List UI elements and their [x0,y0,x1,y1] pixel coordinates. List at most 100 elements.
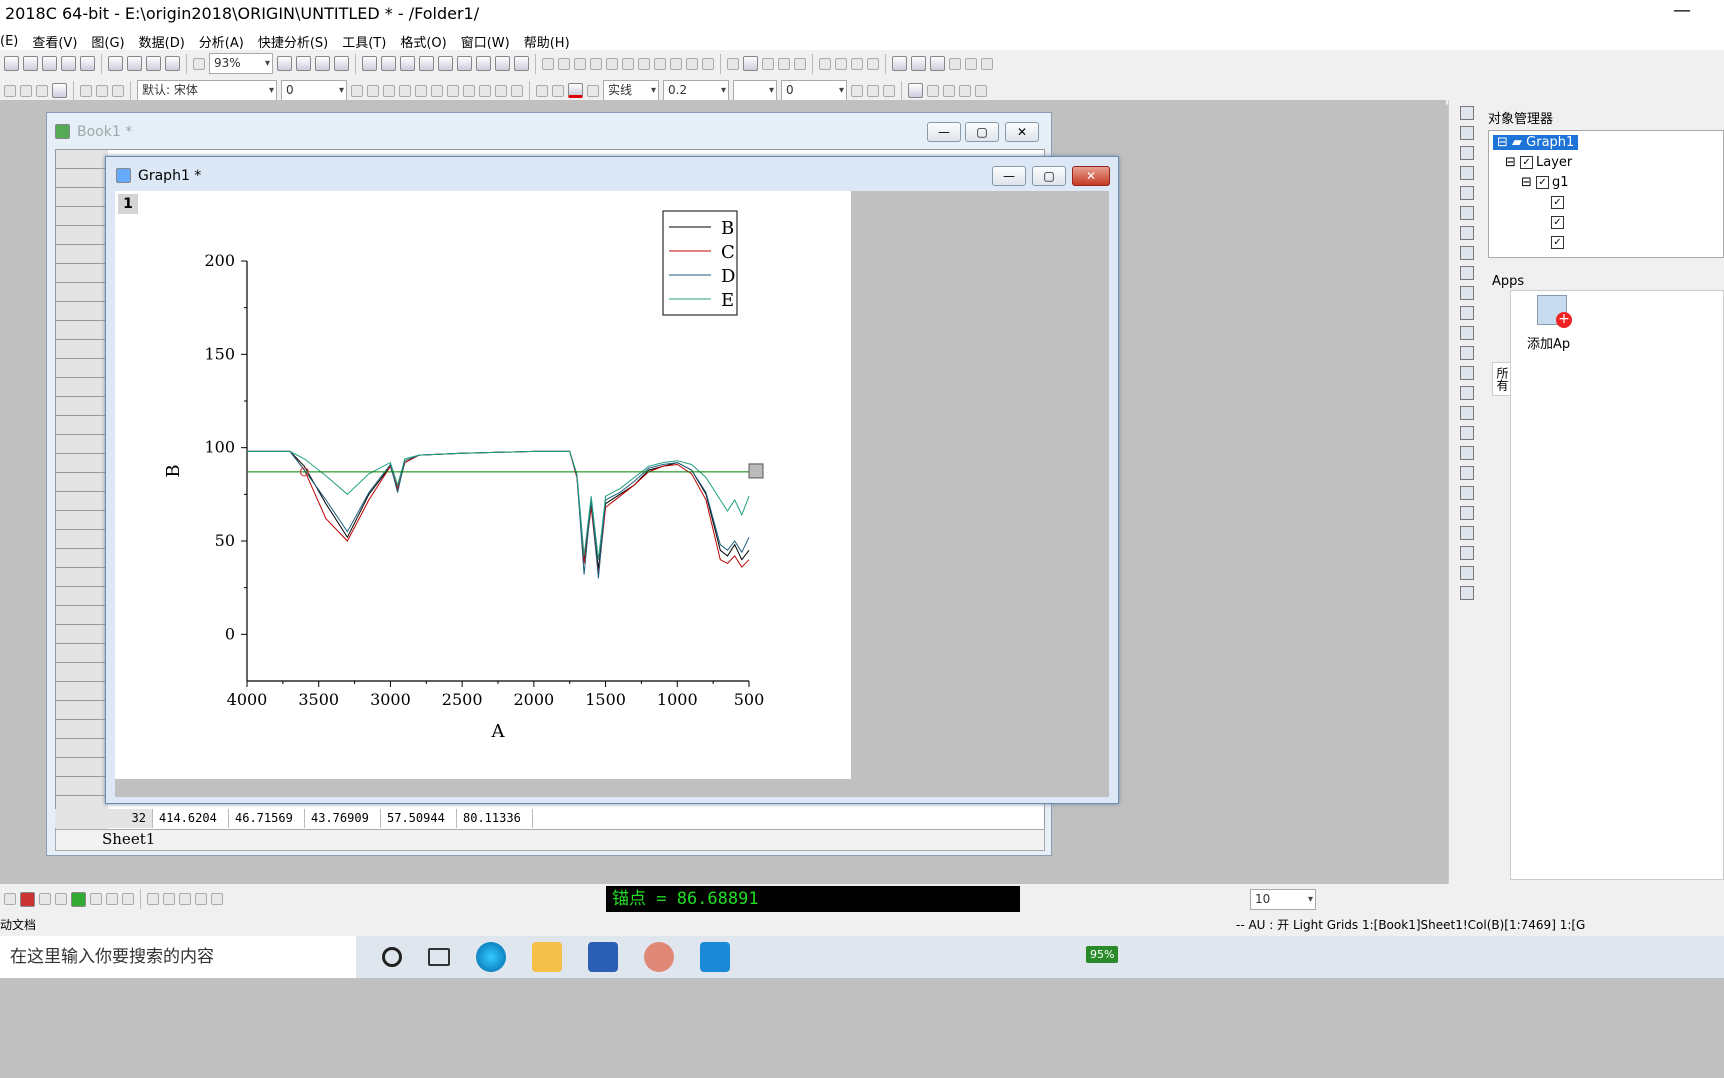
scissors-icon[interactable] [80,84,92,97]
layer-merge-icon[interactable] [1459,266,1474,280]
workbook-minimize-button[interactable]: — [927,122,961,142]
cortana-icon[interactable] [382,947,402,967]
last-icon[interactable] [867,57,879,70]
template-icon[interactable] [147,893,159,905]
3d-icon[interactable] [122,893,134,905]
graph-close-button[interactable]: ✕ [1072,166,1110,186]
copy-icon[interactable] [96,84,108,97]
menu-edit[interactable]: (E) [0,34,18,49]
cut-icon[interactable] [20,84,32,97]
copy-format-icon[interactable] [36,84,48,97]
larger-font-icon[interactable] [447,84,459,97]
arrow-icon[interactable] [1459,366,1474,380]
menu-quick-analysis[interactable]: 快捷分析(S) [258,32,328,51]
menu-graph[interactable]: 图(G) [91,32,124,51]
command-window-icon[interactable] [381,56,396,71]
graph-page[interactable]: 1 4000 3500 3000 2500 2000 1500 1000 500 0 50 100 1… [115,191,851,779]
open-template-icon[interactable] [127,56,142,71]
value-select[interactable]: 0 [781,80,847,101]
align-top-icon[interactable] [1459,466,1474,480]
align-bottom-icon[interactable] [1459,486,1474,500]
histogram-icon[interactable] [638,57,650,70]
underline-icon[interactable] [383,84,395,97]
highlight-icon[interactable] [911,56,926,71]
menu-data[interactable]: 数据(D) [139,32,185,51]
taskbar-search[interactable]: 在这里输入你要搜索的内容 [0,936,356,978]
column-plot-icon[interactable] [20,891,35,907]
sort-icon[interactable] [590,57,602,70]
set-z-icon[interactable] [762,57,774,70]
distribute-icon[interactable] [1459,506,1474,520]
ungroup-icon[interactable] [1459,546,1474,560]
normalize-icon[interactable] [606,57,618,70]
explorer-icon[interactable] [532,942,562,972]
table-icon[interactable] [883,84,895,97]
chart[interactable]: 4000 3500 3000 2500 2000 1500 1000 500 0 50 100 150… [115,191,851,779]
add-app-label[interactable]: 添加Ap [1527,333,1570,352]
stock-icon[interactable] [106,893,118,905]
layer-arrange-icon[interactable] [1459,246,1474,260]
cell-a[interactable]: 414.6204 [153,809,229,828]
zoom-select[interactable]: 93% [209,53,273,74]
clear-filter-icon[interactable] [686,57,698,70]
cell-e[interactable]: 80.11336 [457,809,533,828]
screen-reader-icon[interactable] [1459,166,1474,180]
minimize-button[interactable]: — [1670,0,1694,21]
size-select[interactable]: 10 [1250,889,1316,910]
first-icon[interactable] [819,57,831,70]
subscript-icon[interactable] [415,84,427,97]
calendar-icon[interactable] [495,56,510,71]
save-template-icon[interactable] [165,56,180,71]
graph-window[interactable]: Graph1 * — ▢ ✕ 1 4000 3500 3000 2500 2000 150… [105,156,1119,804]
tree-plot-c[interactable]: ✓ [1551,215,1567,230]
object-tree[interactable]: ⊟ ▰ Graph1 ⊟ ✓ Layer ⊟ ✓ g1 ✓ ✓ ✓ [1488,130,1724,258]
symbol-icon[interactable] [587,84,599,97]
wrench-icon[interactable] [965,57,977,70]
box-chart-icon[interactable] [654,57,666,70]
new-graph-icon[interactable] [23,56,38,71]
layer-badge[interactable]: 1 [118,194,138,214]
tablet-icon[interactable] [700,942,730,972]
unmerge-icon[interactable] [927,84,939,97]
duplicate-icon[interactable] [315,56,330,71]
filter-settings-icon[interactable] [702,57,714,70]
zoom-in-icon[interactable] [438,56,453,71]
save-icon[interactable] [146,56,161,71]
workbook-maximize-button[interactable]: ▢ [965,122,999,142]
layer-add-icon[interactable] [1459,226,1474,240]
add-app-icon[interactable]: + [1537,295,1572,328]
split-icon[interactable] [211,893,223,905]
object-manager-icon[interactable] [419,56,434,71]
zoom-icon[interactable] [1459,126,1474,140]
pie-icon[interactable] [90,893,102,905]
table-row[interactable]: 32 414.6204 46.71569 43.76909 57.50944 8… [55,809,533,828]
refresh-icon[interactable] [296,56,311,71]
set-y-icon[interactable] [743,56,758,71]
font-size-select[interactable]: 0 [281,80,347,101]
set-none-icon[interactable] [794,57,806,70]
symbol-shape-select[interactable] [733,80,777,101]
front-icon[interactable] [1459,566,1474,580]
menu-window[interactable]: 窗口(W) [461,32,510,51]
layout-icon[interactable] [163,893,175,905]
data-selector-icon[interactable] [1459,206,1474,220]
data-reader-icon[interactable] [1459,186,1474,200]
error-bar-icon[interactable] [55,893,67,905]
tree-item-layer[interactable]: ⊟ ✓ Layer [1505,155,1572,170]
merge-icon[interactable] [908,83,923,98]
graph-minimize-button[interactable]: — [992,166,1026,186]
tree-plot-d[interactable]: ✓ [1551,235,1567,250]
apps-icon[interactable] [514,56,529,71]
group-checkbox[interactable]: ✓ [1536,176,1550,189]
tree-plot-b[interactable]: ✓ [1551,195,1567,210]
word-icon[interactable] [588,942,618,972]
greek-icon[interactable] [431,84,443,97]
menu-view[interactable]: 查看(V) [32,32,77,51]
project-explorer-icon[interactable] [400,56,415,71]
legend-icon[interactable] [1459,326,1474,340]
line-color-icon[interactable] [568,83,583,98]
move-icon[interactable] [943,84,955,97]
align-icon[interactable] [479,84,491,97]
paste-icon[interactable] [112,84,124,97]
extract-icon[interactable] [195,893,207,905]
